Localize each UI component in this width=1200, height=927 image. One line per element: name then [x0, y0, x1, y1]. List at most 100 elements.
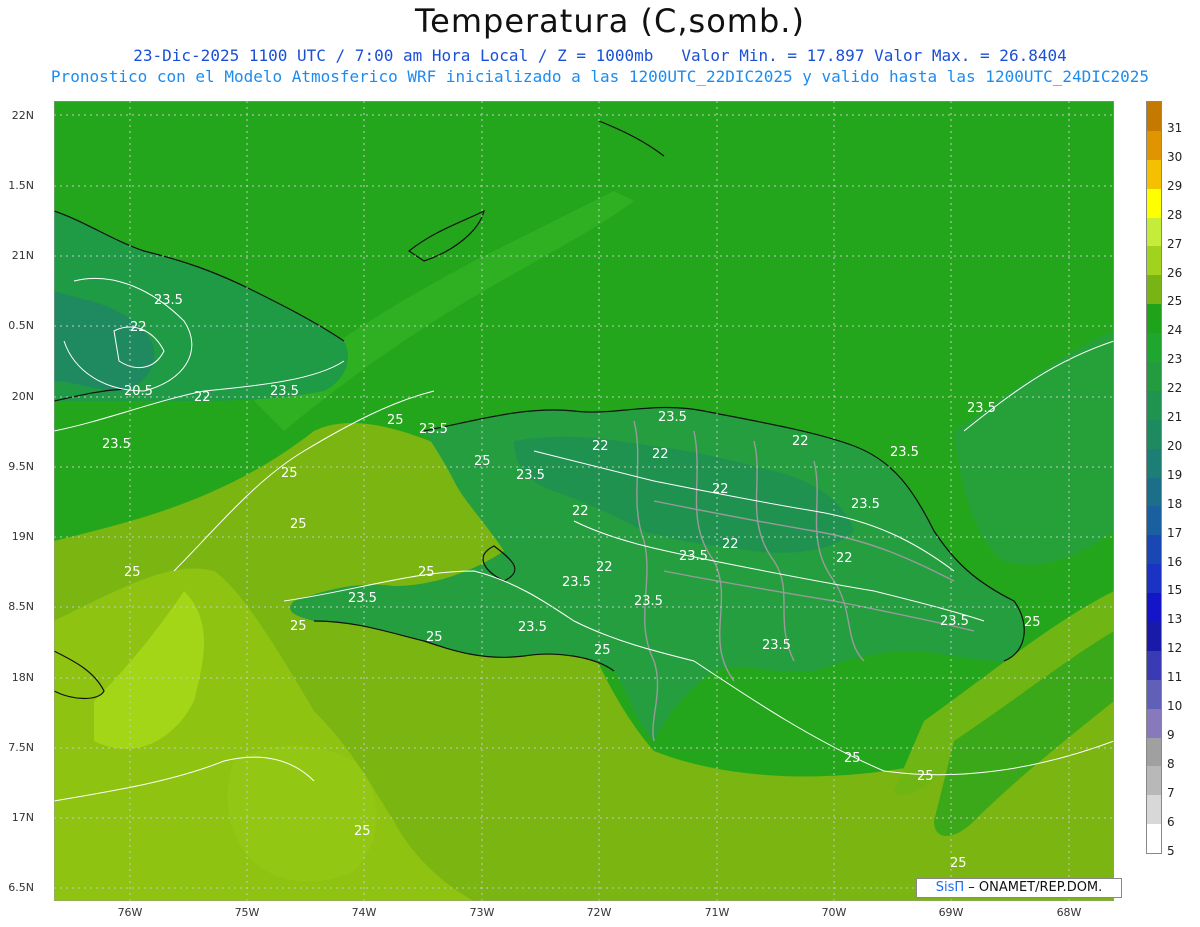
lon-label: 72W: [586, 906, 612, 919]
contour-label: 22: [722, 537, 739, 552]
contour-label: 23.5: [890, 445, 919, 460]
contour-label: 23.5: [516, 468, 545, 483]
subtitle-line-2: Pronostico con el Modelo Atmosferico WRF…: [50, 67, 1150, 86]
colorbar-label: 8: [1167, 756, 1175, 771]
credit-box: SisΠ – ONAMET/REP.DOM.: [916, 878, 1122, 898]
colorbar-label: 23: [1167, 352, 1183, 367]
colorbar-label: 22: [1167, 381, 1183, 396]
contour-label: 23.5: [658, 410, 687, 425]
colorbar-label: 11: [1167, 670, 1183, 685]
contour-label: 23.5: [270, 384, 299, 399]
colorbar-swatch: [1146, 188, 1162, 218]
colorbar-label: 6: [1167, 814, 1175, 829]
contour-label: 25: [354, 824, 371, 839]
colorbar-swatch: [1146, 737, 1162, 767]
colorbar-label: 9: [1167, 727, 1175, 742]
lat-label: 0.5N: [8, 319, 34, 332]
colorbar-swatch: [1146, 275, 1162, 305]
lon-label: 71W: [704, 906, 730, 919]
temperature-map: 23.5 22 20.5 22 23.5 23.5 25 23.5 25 25 …: [54, 101, 1114, 901]
colorbar-swatch: [1146, 622, 1162, 651]
contour-label: 23.5: [967, 401, 996, 416]
lat-label: 18N: [11, 671, 34, 684]
colorbar-label: 10: [1167, 699, 1183, 713]
contour-label: 22: [836, 551, 853, 566]
colorbar-label: 27: [1167, 236, 1183, 251]
subtitle-minmax: Valor Min. = 17.897 Valor Max. = 26.8404: [681, 46, 1067, 65]
contour-label: 23.5: [348, 591, 377, 606]
colorbar-swatch: [1146, 708, 1162, 738]
colorbar-swatch: [1146, 593, 1162, 623]
colorbar-label: 5: [1167, 843, 1175, 858]
colorbar-swatch: [1146, 477, 1162, 507]
lon-label: 73W: [469, 906, 495, 919]
colorbar-swatch: [1146, 159, 1162, 189]
lat-label: 22N: [11, 109, 34, 122]
colorbar-swatch: [1146, 650, 1162, 680]
contour-label: 25: [917, 769, 934, 784]
lat-label: 1.5N: [8, 179, 34, 192]
lat-label: 19N: [11, 530, 34, 543]
contour-label: 25: [290, 619, 307, 634]
contour-label: 22: [592, 439, 609, 454]
lat-label: 7.5N: [8, 741, 34, 754]
colorbar-swatch: [1146, 102, 1162, 131]
lon-label: 70W: [821, 906, 847, 919]
lat-label: 21N: [11, 249, 34, 262]
colorbar-label: 28: [1167, 207, 1183, 222]
contour-label: 25: [594, 643, 611, 658]
contour-label: 23.5: [419, 422, 448, 437]
colorbar-swatch: [1146, 246, 1162, 276]
lat-label: 20N: [11, 390, 34, 403]
colorbar-label: 25: [1167, 294, 1183, 309]
subtitle-line-1: 23-Dic-2025 1100 UTC / 7:00 am Hora Loca…: [0, 46, 1200, 65]
contour-label: 22: [652, 447, 669, 462]
colorbar-swatch: [1146, 130, 1162, 160]
colorbar-swatch: [1146, 795, 1162, 825]
lon-label: 69W: [938, 906, 964, 919]
contour-label: 25: [290, 517, 307, 532]
colorbar-label: 12: [1167, 641, 1183, 656]
colorbar-swatch: [1146, 564, 1162, 594]
colorbar-swatch: [1146, 679, 1162, 709]
contour-label: 22: [572, 504, 589, 519]
colorbar-swatch: [1146, 304, 1162, 334]
contour-label: 25: [387, 413, 404, 428]
colorbar: [1146, 101, 1162, 855]
map-title: Temperatura (C,somb.): [415, 2, 805, 40]
colorbar-label: 15: [1167, 583, 1183, 598]
colorbar-label: 31: [1167, 121, 1183, 135]
lon-label: 75W: [234, 906, 260, 919]
colorbar-label: 16: [1167, 554, 1183, 569]
colorbar-swatch: [1146, 390, 1162, 420]
contour-label: 23.5: [562, 575, 591, 590]
colorbar-label: 29: [1167, 178, 1183, 193]
contour-label: 25: [474, 454, 491, 469]
colorbar-label: 13: [1167, 612, 1183, 627]
lon-label: 68W: [1056, 906, 1082, 919]
colorbar-swatch: [1146, 217, 1162, 247]
contour-label: 23.5: [518, 620, 547, 635]
contour-label: 25: [281, 466, 298, 481]
colorbar-label: 21: [1167, 410, 1183, 424]
contour-label: 22: [712, 482, 729, 497]
colorbar-label: 20: [1167, 438, 1183, 453]
colorbar-swatch: [1146, 419, 1162, 449]
colorbar-swatch: [1146, 448, 1162, 478]
contour-label: 23.5: [154, 293, 183, 308]
contour-label: 25: [124, 565, 141, 580]
contour-label: 23.5: [851, 497, 880, 512]
colorbar-swatch: [1146, 362, 1162, 391]
colorbar-swatch: [1146, 766, 1162, 796]
colorbar-swatch: [1146, 506, 1162, 536]
lon-label: 74W: [351, 906, 377, 919]
lat-label: 17N: [11, 811, 34, 824]
colorbar-label: 19: [1167, 467, 1183, 482]
contour-label: 23.5: [940, 614, 969, 629]
colorbar-label: 30: [1167, 149, 1183, 164]
contour-label: 23.5: [634, 594, 663, 609]
contour-label: 23.5: [102, 437, 131, 452]
contour-label: 25: [1024, 615, 1041, 630]
contour-label: 23.5: [679, 549, 708, 564]
contour-label: 25: [418, 565, 435, 580]
